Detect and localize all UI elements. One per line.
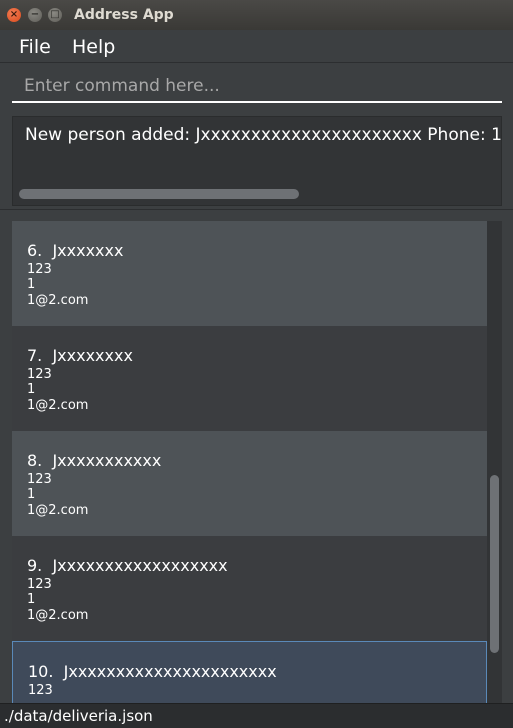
maximize-window-button[interactable]: □: [48, 8, 62, 22]
person-address: 1: [27, 277, 36, 292]
list-vertical-scrollbar[interactable]: [487, 221, 502, 703]
person-name: 10. Jxxxxxxxxxxxxxxxxxxxxxx: [28, 662, 277, 681]
person-address: 1: [27, 382, 36, 397]
result-text: New person added: Jxxxxxxxxxxxxxxxxxxxxx…: [25, 125, 502, 145]
person-name: 9. Jxxxxxxxxxxxxxxxxxx: [27, 556, 228, 575]
command-box: [0, 64, 513, 110]
person-name-text: Jxxxxxxxxxxx: [52, 451, 162, 470]
menu-file[interactable]: File: [19, 36, 51, 58]
result-display-pane: New person added: Jxxxxxxxxxxxxxxxxxxxxx…: [0, 110, 513, 210]
title-bar: × − □ Address App: [0, 0, 513, 30]
person-address: 1: [27, 487, 36, 502]
person-phone: 123: [27, 262, 52, 277]
person-phone: 123: [27, 472, 52, 487]
person-card[interactable]: 6. Jxxxxxxx 123 1 1@2.com: [12, 221, 487, 326]
person-phone: 123: [27, 367, 52, 382]
person-index: 9.: [27, 556, 43, 575]
person-name-text: Jxxxxxxxx: [52, 346, 133, 365]
person-phone: 123: [28, 683, 53, 698]
person-index: 6.: [27, 241, 43, 260]
list-scroll-thumb[interactable]: [490, 475, 499, 653]
person-name: 6. Jxxxxxxx: [27, 241, 123, 260]
person-name-text: Jxxxxxxx: [52, 241, 124, 260]
person-index: 7.: [27, 346, 43, 365]
person-card[interactable]: 9. Jxxxxxxxxxxxxxxxxxx 123 1 1@2.com: [12, 536, 487, 641]
person-name: 8. Jxxxxxxxxxxx: [27, 451, 161, 470]
person-phone: 123: [27, 577, 52, 592]
menu-bar: File Help: [0, 30, 513, 63]
person-email: 1@2.com: [27, 608, 89, 623]
command-input[interactable]: [12, 70, 502, 103]
person-address: 1: [27, 592, 36, 607]
person-index: 8.: [27, 451, 43, 470]
result-horizontal-scrollbar[interactable]: [19, 189, 299, 199]
result-display: New person added: Jxxxxxxxxxxxxxxxxxxxxx…: [12, 116, 502, 206]
person-card[interactable]: 7. Jxxxxxxxx 123 1 1@2.com: [12, 326, 487, 431]
person-name: 7. Jxxxxxxxx: [27, 346, 133, 365]
person-card[interactable]: 8. Jxxxxxxxxxxx 123 1 1@2.com: [12, 431, 487, 536]
person-index: 10.: [28, 662, 54, 681]
person-name-text: Jxxxxxxxxxxxxxxxxxxxxxx: [63, 662, 277, 681]
status-bar: ./data/deliveria.json: [0, 703, 513, 728]
person-name-text: Jxxxxxxxxxxxxxxxxxx: [52, 556, 228, 575]
minimize-window-button[interactable]: −: [28, 8, 42, 22]
person-email: 1@2.com: [27, 293, 89, 308]
save-location-text: ./data/deliveria.json: [4, 707, 153, 725]
person-card-selected[interactable]: 10. Jxxxxxxxxxxxxxxxxxxxxxx 123: [12, 641, 487, 703]
menu-help[interactable]: Help: [72, 36, 115, 58]
person-list-pane: 6. Jxxxxxxx 123 1 1@2.com 7. Jxxxxxxxx 1…: [0, 211, 513, 703]
person-email: 1@2.com: [27, 398, 89, 413]
person-email: 1@2.com: [27, 503, 89, 518]
close-window-button[interactable]: ×: [7, 8, 21, 22]
person-list[interactable]: 6. Jxxxxxxx 123 1 1@2.com 7. Jxxxxxxxx 1…: [12, 221, 502, 703]
window-title: Address App: [74, 7, 174, 23]
